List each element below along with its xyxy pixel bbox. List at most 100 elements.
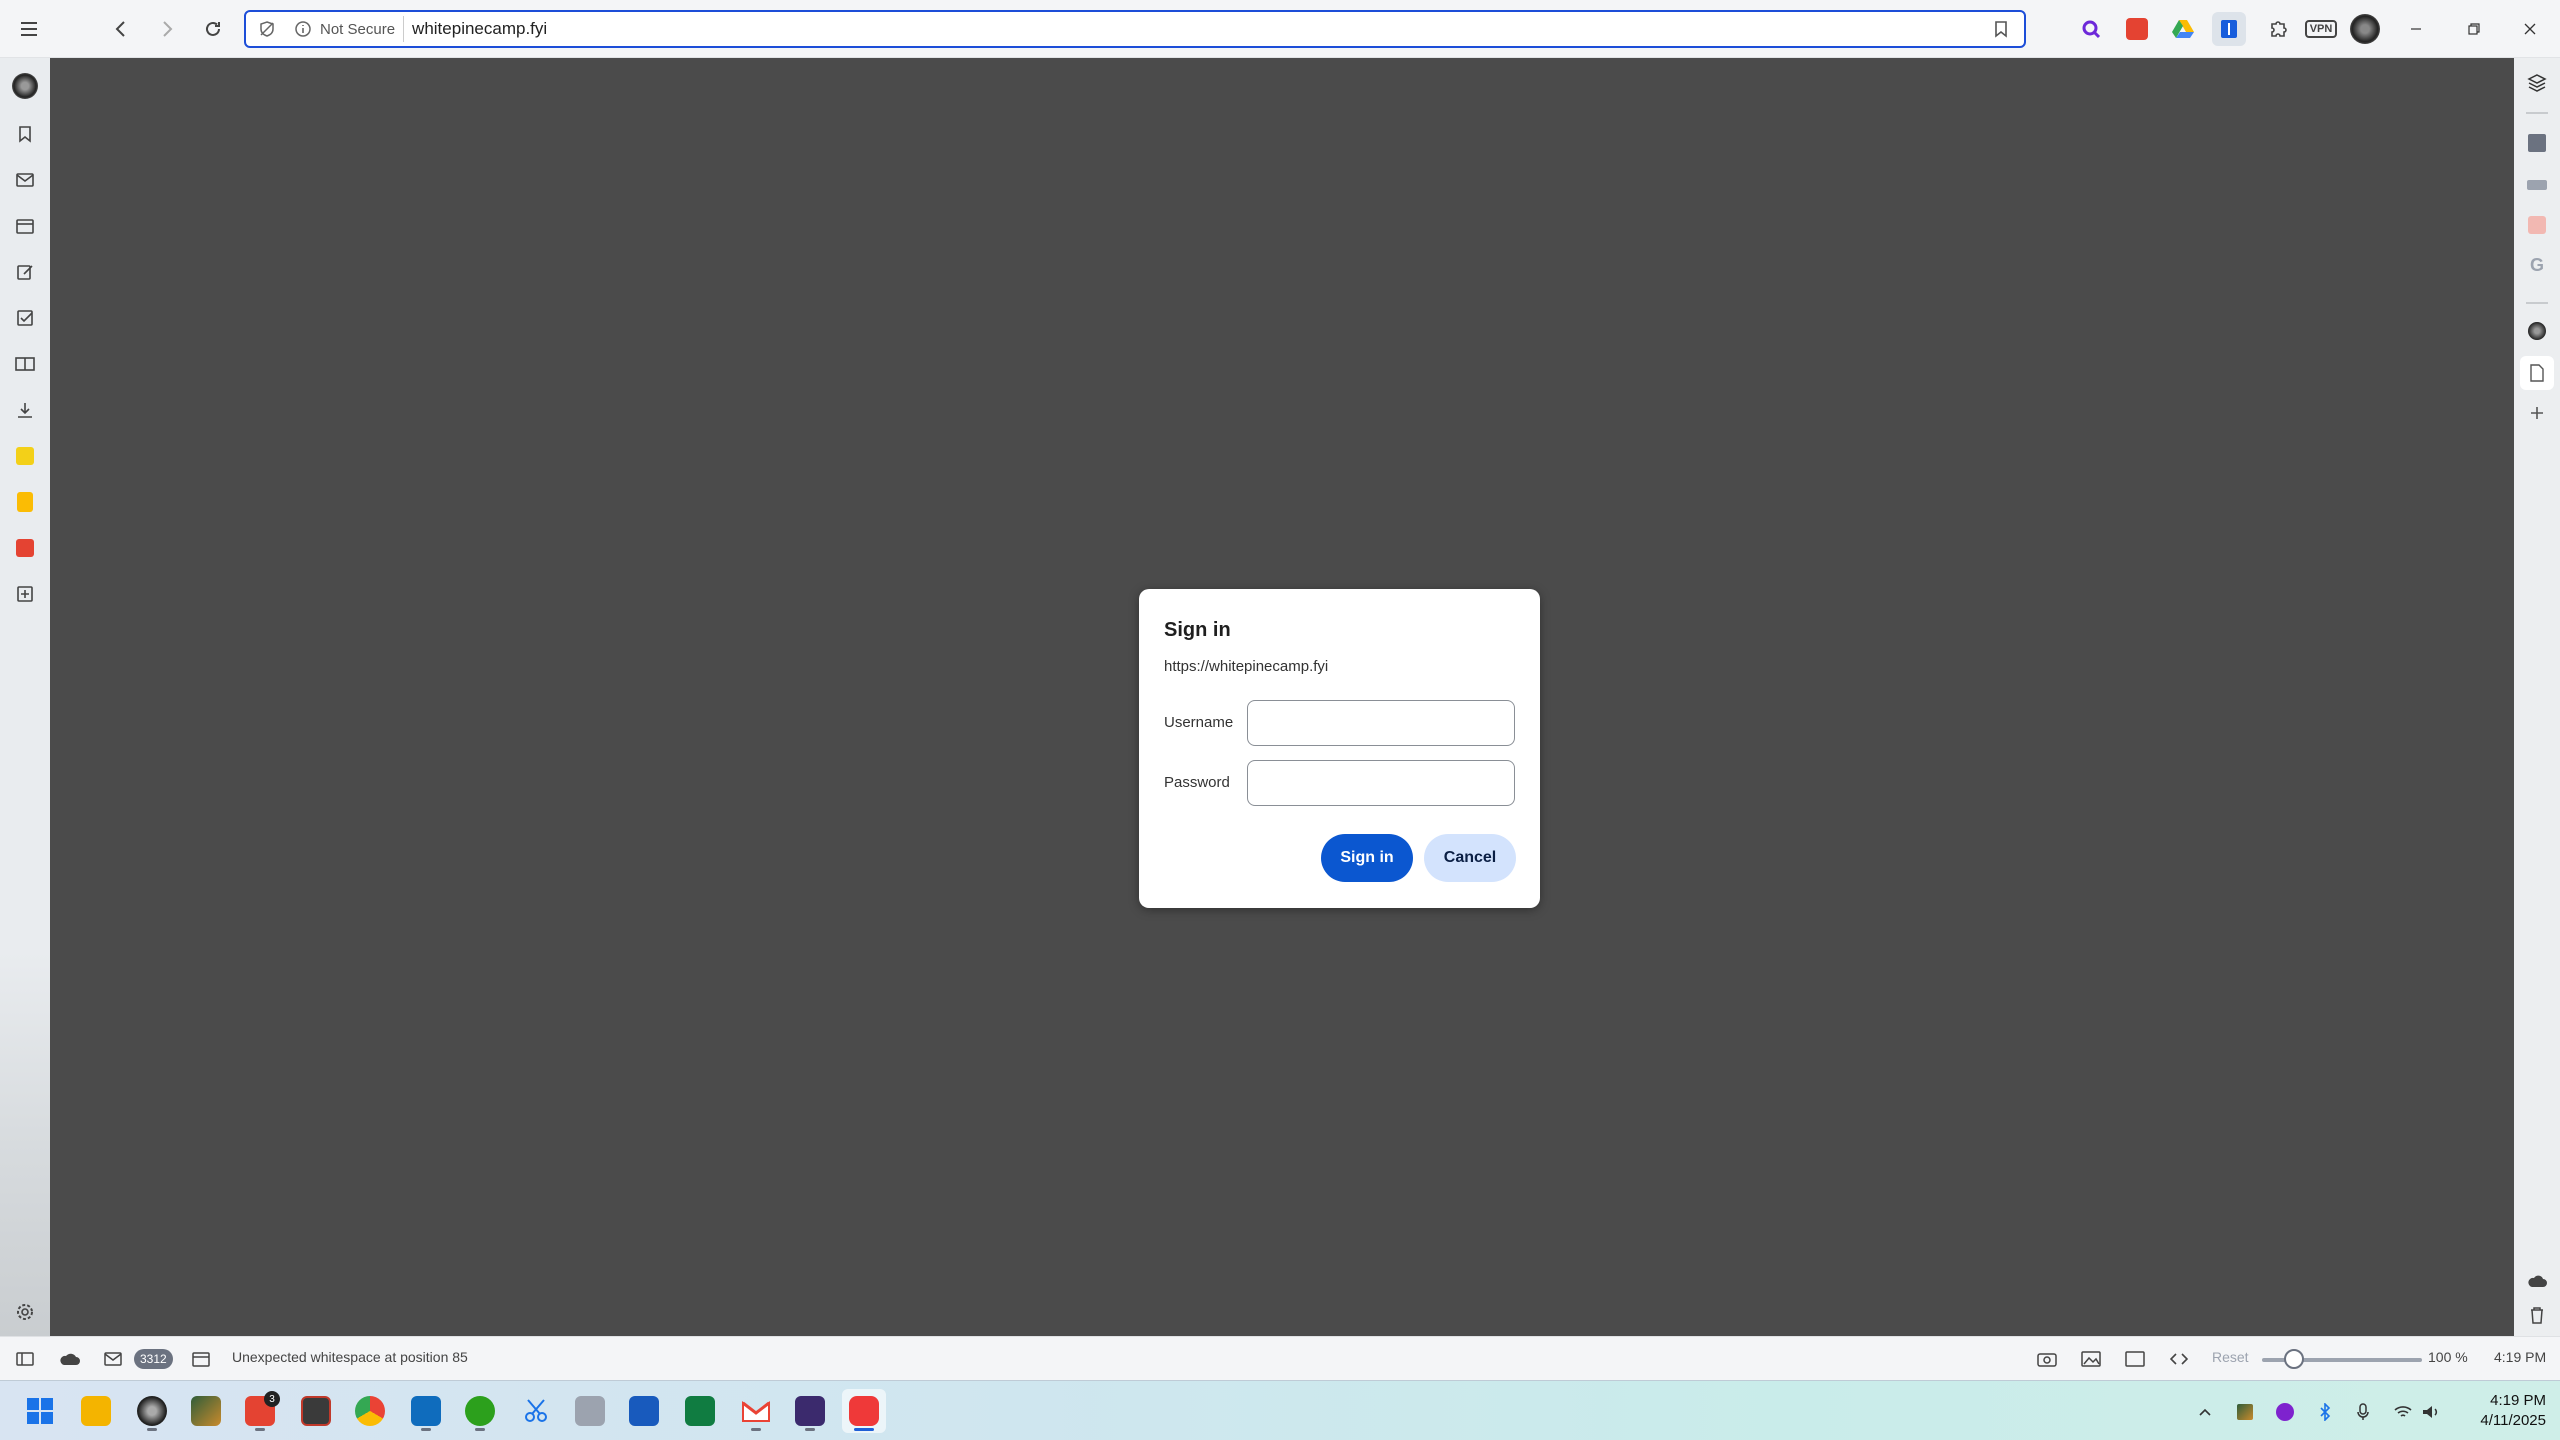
page-content: Sign in https://whitepinecamp.fyi Userna… <box>50 58 2514 1336</box>
status-message: Unexpected whitespace at position 85 <box>232 1349 468 1365</box>
microphone-icon[interactable] <box>2350 1399 2376 1425</box>
side-panel-left <box>0 58 50 1336</box>
layers-icon[interactable] <box>2520 66 2554 100</box>
dialog-origin: https://whitepinecamp.fyi <box>1164 658 1329 675</box>
page-actions-icon[interactable] <box>2164 1345 2194 1373</box>
dialog-title: Sign in <box>1164 619 1231 641</box>
forward-button[interactable] <box>148 10 186 48</box>
status-bar: 3312 Unexpected whitespace at position 8… <box>0 1336 2560 1380</box>
bitwarden-icon[interactable] <box>2212 12 2246 46</box>
tab-google-icon[interactable]: G <box>2520 248 2554 282</box>
file-explorer-icon[interactable] <box>74 1389 118 1433</box>
quicken-icon[interactable] <box>788 1389 832 1433</box>
vivaldi-active-icon[interactable] <box>842 1389 886 1433</box>
zoom-reset-label[interactable]: Reset <box>2212 1349 2249 1365</box>
volume-icon[interactable] <box>2418 1399 2444 1425</box>
add-web-panel-icon[interactable] <box>7 576 43 612</box>
tray-overflow-icon[interactable] <box>2192 1399 2218 1425</box>
downloads-panel-icon[interactable] <box>7 392 43 428</box>
browser-toolbar: Not Secure whitepinecamp.fyi VPN <box>0 0 2560 58</box>
todoist-taskbar-icon[interactable]: 3 <box>238 1389 282 1433</box>
reading-list-icon[interactable] <box>7 346 43 382</box>
bookmark-icon[interactable] <box>1986 14 2016 44</box>
new-tab-plus-icon[interactable] <box>2520 396 2554 430</box>
bluetooth-icon[interactable] <box>2312 1399 2338 1425</box>
settings-gear-icon[interactable] <box>7 1294 43 1330</box>
outlook-icon[interactable] <box>404 1389 448 1433</box>
cloud-sync-icon[interactable] <box>2520 1264 2554 1298</box>
vivaldi-taskbar-icon[interactable] <box>130 1389 174 1433</box>
cancel-button[interactable]: Cancel <box>1424 834 1516 882</box>
vpn-label: VPN <box>2304 20 2338 38</box>
word-icon[interactable] <box>622 1389 666 1433</box>
tab-strip-icon[interactable] <box>2520 168 2554 202</box>
trash-icon[interactable] <box>2520 1298 2554 1332</box>
search-ext-icon[interactable] <box>2074 12 2108 46</box>
profile-avatar[interactable] <box>2348 12 2382 46</box>
status-clock: 4:19 PM <box>2494 1349 2547 1365</box>
password-input[interactable] <box>1247 760 1515 806</box>
password-label: Password <box>1164 774 1230 791</box>
username-input[interactable] <box>1247 700 1515 746</box>
tray-app-icon[interactable] <box>2232 1399 2258 1425</box>
side-panel-right: G <box>2514 58 2560 1336</box>
address-bar[interactable]: Not Secure whitepinecamp.fyi <box>244 10 2026 48</box>
back-button[interactable] <box>102 10 140 48</box>
mail-panel-icon[interactable] <box>7 162 43 198</box>
close-window-button[interactable] <box>2510 12 2550 46</box>
bookmarks-panel-icon[interactable] <box>7 116 43 152</box>
tracker-blocker-icon[interactable] <box>252 14 282 44</box>
tab-page-icon[interactable] <box>2520 356 2554 390</box>
todoist-badge: 3 <box>264 1391 280 1407</box>
panel-toggle-icon[interactable] <box>12 1345 38 1373</box>
vpn-button[interactable]: VPN <box>2302 12 2340 46</box>
start-button[interactable] <box>18 1389 62 1433</box>
zoom-slider-thumb[interactable] <box>2284 1349 2304 1369</box>
sync-cloud-icon[interactable] <box>56 1345 84 1373</box>
minimize-button[interactable] <box>2396 12 2436 46</box>
calendar-panel-icon[interactable] <box>7 208 43 244</box>
todoist-icon[interactable] <box>2120 12 2154 46</box>
page-tiling-icon[interactable] <box>2120 1345 2150 1373</box>
gmail-icon[interactable] <box>734 1389 778 1433</box>
notes-panel-icon[interactable] <box>7 254 43 290</box>
reload-button[interactable] <box>194 10 232 48</box>
tab-tile-icon[interactable] <box>2520 126 2554 160</box>
tasks-panel-icon[interactable] <box>7 300 43 336</box>
photos-app-icon[interactable] <box>184 1389 228 1433</box>
mail-status-icon[interactable] <box>100 1345 126 1373</box>
puzzle-icon[interactable] <box>2262 12 2296 46</box>
vivaldi-avatar-icon[interactable] <box>7 68 43 104</box>
image-toggle-icon[interactable] <box>2076 1345 2106 1373</box>
username-label: Username <box>1164 714 1234 731</box>
windows-taskbar: 3 4:19 PM 4/11/2025 <box>0 1380 2560 1440</box>
snipping-tool-icon[interactable] <box>514 1389 558 1433</box>
sign-in-dialog: Sign in https://whitepinecamp.fyi Userna… <box>1139 589 1540 908</box>
chrome-icon[interactable] <box>348 1389 392 1433</box>
excel-icon[interactable] <box>678 1389 722 1433</box>
clock-date: 4/11/2025 <box>2480 1412 2546 1429</box>
quickbooks-icon[interactable] <box>458 1389 502 1433</box>
sign-in-button[interactable]: Sign in <box>1321 834 1413 882</box>
restore-button[interactable] <box>2454 12 2494 46</box>
clock-time: 4:19 PM <box>2490 1392 2546 1409</box>
taskbar-clock[interactable]: 4:19 PM 4/11/2025 <box>2446 1391 2546 1431</box>
web-panel-todoist-icon[interactable] <box>7 530 43 566</box>
tab-vivaldi-icon[interactable] <box>2520 314 2554 348</box>
calendar-status-icon[interactable] <box>188 1345 214 1373</box>
web-panel-keep-icon[interactable] <box>7 484 43 520</box>
zoom-value: 100 % <box>2428 1349 2468 1365</box>
slides-app-icon[interactable] <box>294 1389 338 1433</box>
menu-icon[interactable] <box>10 10 48 48</box>
printer-app-icon[interactable] <box>568 1389 612 1433</box>
url-text[interactable]: whitepinecamp.fyi <box>412 19 1980 39</box>
info-icon[interactable] <box>288 14 318 44</box>
google-drive-icon[interactable] <box>2166 12 2200 46</box>
mail-count-badge[interactable]: 3312 <box>134 1349 173 1369</box>
tray-purple-icon[interactable] <box>2272 1399 2298 1425</box>
wifi-icon[interactable] <box>2390 1399 2416 1425</box>
security-label[interactable]: Not Secure <box>318 16 405 42</box>
screenshot-camera-icon[interactable] <box>2032 1345 2062 1373</box>
web-panel-yellow-icon[interactable] <box>7 438 43 474</box>
tab-todoist-icon[interactable] <box>2520 208 2554 242</box>
